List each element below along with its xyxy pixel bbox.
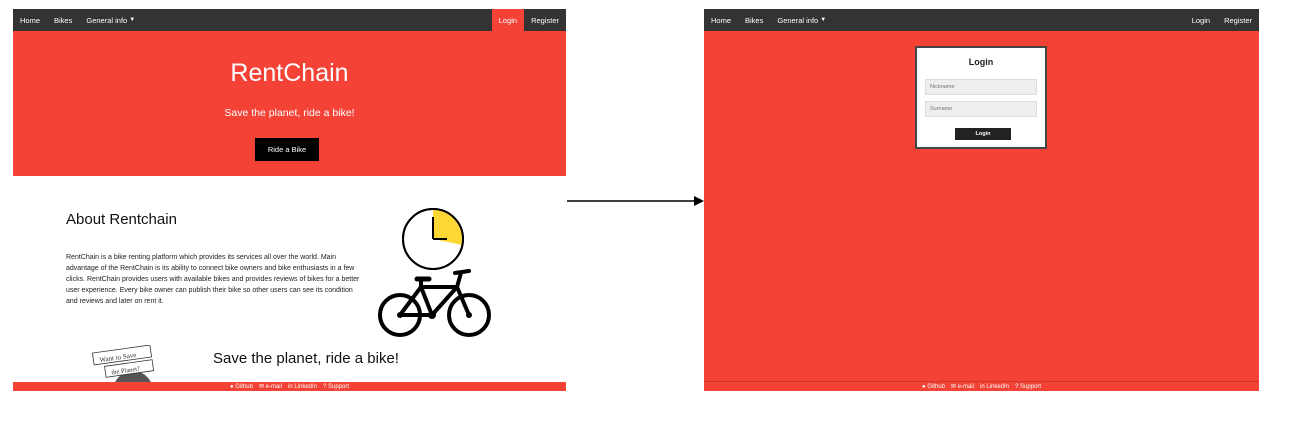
envelope-icon: ✉ — [950, 384, 956, 390]
github-icon: ● — [921, 383, 926, 390]
nav-general-info-label: General info — [777, 15, 819, 25]
clock-icon — [402, 208, 464, 270]
question-icon: ? — [1015, 383, 1019, 390]
navbar: Home Bikes General info ▼ Login Register — [13, 9, 566, 31]
login-card: Login Login — [915, 46, 1047, 149]
hero-subtitle: Save the planet, ride a bike! — [224, 107, 355, 119]
nav-bikes[interactable]: Bikes — [738, 9, 770, 31]
footer-linkedin[interactable]: in LinkedIn — [288, 384, 317, 390]
footer-github[interactable]: ● Github — [922, 384, 945, 390]
footer-email-label: e-mail — [957, 384, 974, 390]
github-icon: ● — [229, 383, 234, 390]
nav-general-info[interactable]: General info ▼ — [770, 9, 833, 31]
footer-email[interactable]: ✉ e-mail — [259, 383, 282, 390]
ride-a-bike-button[interactable]: Ride a Bike — [255, 138, 319, 161]
slogan-heading: Save the planet, ride a bike! — [213, 350, 399, 367]
footer-support-label: Support — [328, 383, 350, 390]
nav-register[interactable]: Register — [1217, 9, 1259, 31]
nav-home[interactable]: Home — [704, 9, 738, 31]
bicycle-icon — [378, 269, 491, 337]
caret-down-icon: ▼ — [820, 17, 827, 23]
footer-email[interactable]: ✉ e-mail — [951, 383, 974, 390]
hero-banner: RentChain Save the planet, ride a bike! … — [13, 31, 566, 176]
footer-support-label: Support — [1020, 383, 1042, 390]
about-text: RentChain is a bike renting platform whi… — [66, 254, 360, 305]
nav-general-info[interactable]: General info ▼ — [79, 9, 142, 31]
surname-input[interactable] — [925, 101, 1037, 117]
footer-linkedin-label: LinkedIn — [986, 383, 1010, 390]
caret-down-icon: ▼ — [129, 17, 136, 23]
nav-login[interactable]: Login — [1185, 9, 1217, 31]
navbar: Home Bikes General info ▼ Login Register — [704, 9, 1259, 31]
login-title: Login — [968, 57, 994, 67]
question-icon: ? — [323, 383, 327, 390]
about-title: About Rentchain — [66, 211, 177, 228]
login-button[interactable]: Login — [955, 128, 1011, 140]
footer-email-label: e-mail — [265, 384, 282, 390]
nav-register[interactable]: Register — [524, 9, 566, 31]
footer-linkedin-label: LinkedIn — [294, 383, 318, 390]
footer-github[interactable]: ● Github — [230, 384, 253, 390]
footer: ● Github ✉ e-mail in LinkedIn ? Support — [704, 381, 1259, 391]
nav-bikes[interactable]: Bikes — [47, 9, 79, 31]
footer-support[interactable]: ? Support — [1015, 384, 1041, 390]
arrow-right-icon — [567, 196, 704, 206]
login-page-screenshot: Home Bikes General info ▼ Login Register… — [704, 9, 1259, 391]
envelope-icon: ✉ — [258, 384, 264, 390]
nav-general-info-label: General info — [86, 15, 128, 25]
footer-support[interactable]: ? Support — [323, 384, 349, 390]
footer-github-label: Github — [927, 383, 945, 390]
landing-page-screenshot: Home Bikes General info ▼ Login Register… — [13, 9, 566, 391]
hero-title: RentChain — [230, 59, 349, 87]
nav-login[interactable]: Login — [491, 9, 525, 31]
footer: ● Github ✉ e-mail in LinkedIn ? Support — [13, 382, 566, 391]
linkedin-icon: in — [979, 383, 985, 390]
footer-linkedin[interactable]: in LinkedIn — [980, 384, 1009, 390]
nickname-input[interactable] — [925, 79, 1037, 95]
linkedin-icon: in — [287, 383, 293, 390]
footer-github-label: Github — [235, 383, 253, 390]
nav-home[interactable]: Home — [13, 9, 47, 31]
